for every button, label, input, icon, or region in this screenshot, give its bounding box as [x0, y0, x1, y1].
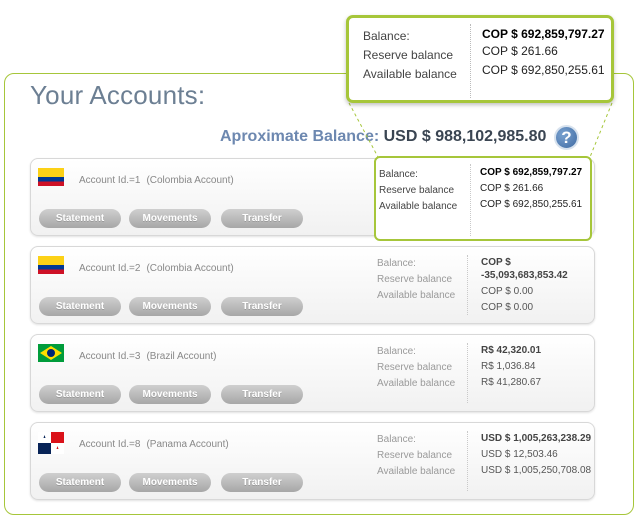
popup-available-value: COP $ 692,850,255.61	[482, 63, 605, 77]
popup-balance-labels: Balance: Reserve balance Available balan…	[363, 29, 457, 81]
balance-zoom-popup: Balance: Reserve balance Available balan…	[346, 15, 614, 103]
divider	[470, 24, 471, 98]
popup-balance-value: COP $ 692,859,797.27	[482, 27, 605, 41]
popup-balance-values: COP $ 692,859,797.27 COP $ 261.66 COP $ …	[482, 27, 610, 78]
popup-reserve-value: COP $ 261.66	[482, 44, 558, 58]
